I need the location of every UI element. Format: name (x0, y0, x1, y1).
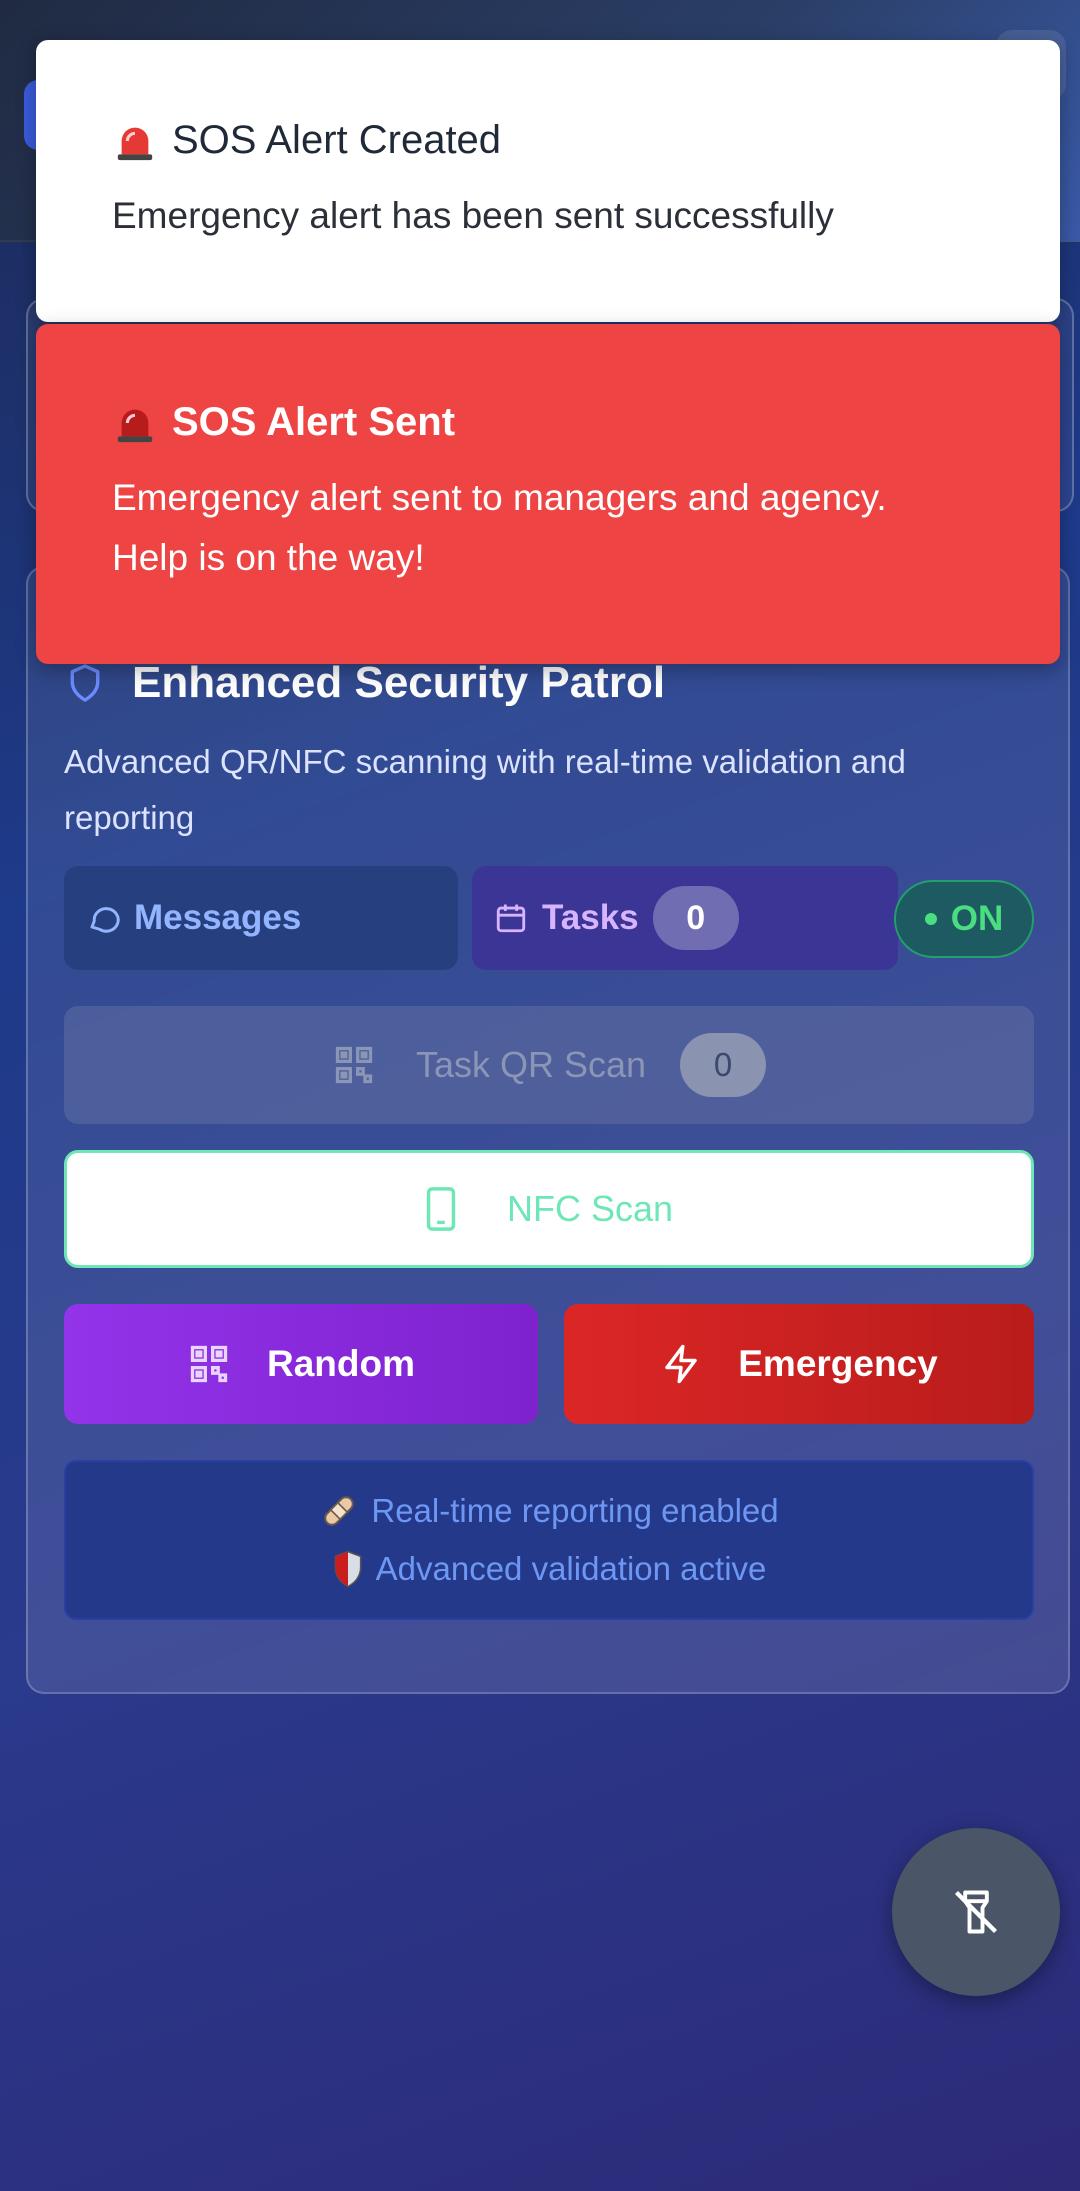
emergency-label: Emergency (738, 1343, 938, 1384)
messages-button[interactable]: Messages (64, 866, 458, 970)
tasks-button[interactable]: Tasks 0 (472, 866, 898, 970)
calendar-icon (494, 900, 528, 936)
info-line-validation: Advanced validation active (332, 1540, 767, 1598)
toast-created-title: SOS Alert Created (172, 118, 502, 162)
toast-sent-title-row: SOS Alert Sent (112, 400, 455, 445)
info-line2-text: Advanced validation active (375, 1550, 767, 1587)
info-line1-text: Real-time reporting enabled (371, 1492, 779, 1529)
qr-code-icon (187, 1342, 231, 1386)
shield-icon (68, 663, 102, 703)
card-title: Enhanced Security Patrol (132, 658, 666, 707)
messages-label: Messages (134, 898, 302, 937)
nfc-label: NFC Scan (506, 1188, 674, 1229)
emergency-button[interactable]: Emergency (564, 1304, 1034, 1424)
siren-icon (112, 120, 158, 162)
shield-emoji-icon (332, 1550, 364, 1588)
card-description: Advanced QR/NFC scanning with real-time … (64, 743, 906, 836)
info-line-reporting: Real-time reporting enabled (319, 1482, 779, 1540)
tasks-count-badge: 0 (652, 886, 739, 950)
toast-sos-created-content (36, 40, 1060, 322)
message-circle-icon (86, 900, 122, 936)
random-scan-button[interactable]: Random (64, 1304, 538, 1424)
flashlight-off-icon (950, 1886, 1002, 1938)
toast-created-description: Emergency alert has been sent successful… (112, 195, 834, 236)
status-badge: ON (894, 880, 1034, 958)
nfc-scan-button[interactable]: NFC Scan (64, 1150, 1034, 1268)
status-dot (924, 913, 937, 925)
tasks-label: Tasks (542, 898, 639, 937)
flashlight-toggle-button[interactable] (892, 1828, 1060, 1996)
toast-created-title-row: SOS Alert Created (112, 118, 501, 163)
qr-code-icon (332, 1043, 376, 1087)
patrol-card: Enhanced Security Patrol Advanced QR/NFC… (26, 566, 1070, 1694)
task-qr-label: Task QR Scan (415, 1044, 647, 1085)
toast-sent-title: SOS Alert Sent (172, 400, 456, 444)
toast-sent-description: Emergency alert sent to managers and age… (112, 477, 887, 578)
task-qr-count-badge: 0 (680, 1033, 767, 1097)
info-box: Real-time reporting enabled Advanced val… (64, 1460, 1034, 1620)
bandage-icon (319, 1491, 359, 1531)
zap-icon (660, 1341, 702, 1387)
smartphone-icon (425, 1186, 457, 1232)
siren-icon (112, 402, 158, 444)
status-label: ON (950, 899, 1004, 938)
random-label: Random (267, 1343, 415, 1384)
task-qr-scan-button[interactable]: Task QR Scan 0 (64, 1006, 1034, 1124)
